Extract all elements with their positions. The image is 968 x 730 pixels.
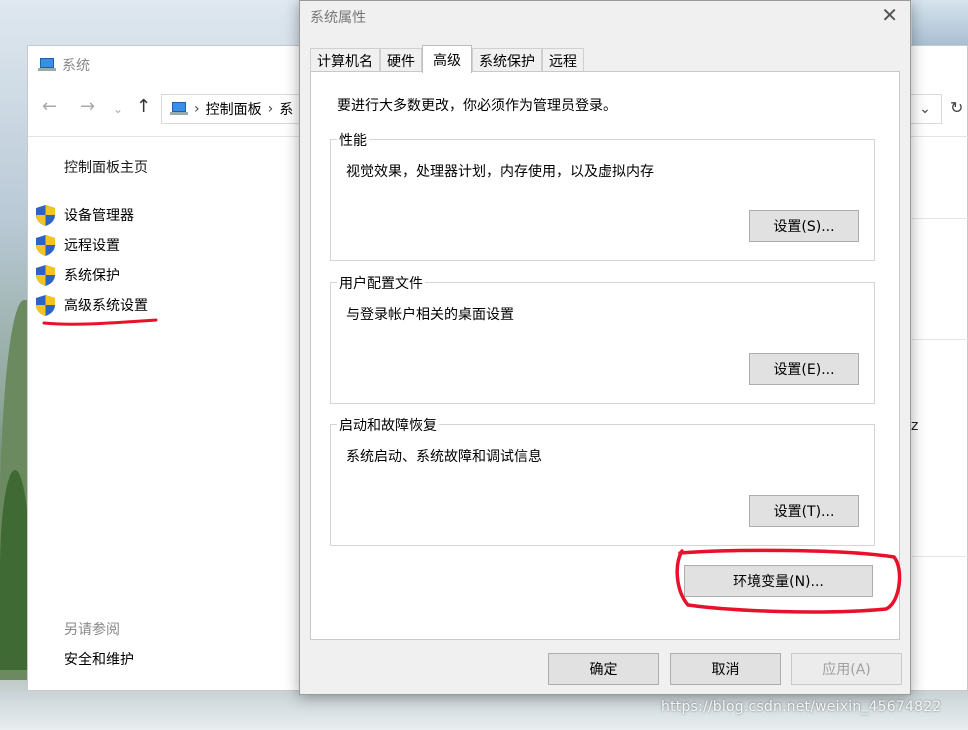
apply-button[interactable]: 应用(A) <box>791 653 902 685</box>
sidebar-item-label: 高级系统设置 <box>64 298 148 314</box>
uac-shield-icon <box>36 234 55 256</box>
control-panel-icon <box>170 102 188 116</box>
breadcrumb-separator-icon: › <box>194 101 200 117</box>
system-window-title: 系统 <box>38 55 90 75</box>
system-properties-dialog: 系统属性 ✕ 计算机名 硬件 高级 系统保护 远程 要进行大多数更改，你必须作为… <box>299 0 911 695</box>
security-maintenance-link[interactable]: 安全和维护 <box>64 649 134 669</box>
partial-text: z <box>911 418 919 434</box>
divider <box>912 218 968 219</box>
sidebar-item-label: 系统保护 <box>64 268 120 284</box>
performance-settings-button[interactable]: 设置(S)... <box>749 210 859 242</box>
close-icon[interactable]: ✕ <box>881 3 898 27</box>
performance-group: 性能 视觉效果，处理器计划，内存使用，以及虚拟内存 设置(S)... <box>330 130 875 261</box>
address-dropdown-chevron-icon[interactable]: ⌄ <box>908 94 942 124</box>
dialog-title: 系统属性 <box>310 10 366 26</box>
computer-icon <box>38 58 56 72</box>
divider <box>912 339 968 340</box>
recent-chevron-icon[interactable]: ⌄ <box>113 102 123 116</box>
tab-hardware[interactable]: 硬件 <box>380 48 422 72</box>
sidebar-item-device-manager[interactable]: 设备管理器 <box>36 200 148 230</box>
advanced-tab-panel: 要进行大多数更改，你必须作为管理员登录。 性能 视觉效果，处理器计划，内存使用，… <box>310 71 902 640</box>
startup-recovery-group: 启动和故障恢复 系统启动、系统故障和调试信息 设置(T)... <box>330 415 875 546</box>
desktop-trees <box>0 470 30 670</box>
sidebar-item-label: 远程设置 <box>64 238 120 254</box>
admin-note: 要进行大多数更改，你必须作为管理员登录。 <box>337 98 617 114</box>
environment-variables-button[interactable]: 环境变量(N)... <box>684 565 873 597</box>
sidebar-item-label: 设备管理器 <box>64 208 134 224</box>
tab-remote[interactable]: 远程 <box>542 48 584 72</box>
startup-recovery-desc: 系统启动、系统故障和调试信息 <box>346 449 542 465</box>
cancel-button[interactable]: 取消 <box>670 653 781 685</box>
desktop-sky <box>912 0 968 45</box>
tab-strip: 计算机名 硬件 高级 系统保护 远程 <box>310 45 584 73</box>
performance-label: 性能 <box>337 130 369 150</box>
control-panel-home-link[interactable]: 控制面板主页 <box>64 157 148 177</box>
window-title-text: 系统 <box>62 58 90 74</box>
user-profiles-settings-button[interactable]: 设置(E)... <box>749 353 859 385</box>
watermark-text: https://blog.csdn.net/weixin_45674822 <box>661 699 942 715</box>
refresh-icon[interactable]: ↻ <box>950 98 963 117</box>
sidebar-links: 设备管理器 远程设置 系统保护 高级系统设置 <box>36 200 148 320</box>
breadcrumb-separator-icon: › <box>267 101 274 117</box>
forward-arrow-icon[interactable]: → <box>80 96 95 117</box>
user-profiles-desc: 与登录帐户相关的桌面设置 <box>346 307 514 323</box>
breadcrumb-system[interactable]: 系 <box>279 99 293 119</box>
tab-computer-name[interactable]: 计算机名 <box>310 48 380 72</box>
back-arrow-icon[interactable]: ← <box>42 96 57 117</box>
sidebar-item-system-protection[interactable]: 系统保护 <box>36 260 148 290</box>
user-profiles-group: 用户配置文件 与登录帐户相关的桌面设置 设置(E)... <box>330 273 875 404</box>
uac-shield-icon <box>36 264 55 286</box>
ok-button[interactable]: 确定 <box>548 653 659 685</box>
red-underline-annotation <box>42 318 158 326</box>
uac-shield-icon <box>36 294 55 316</box>
uac-shield-icon <box>36 204 55 226</box>
divider <box>912 556 968 557</box>
up-arrow-icon[interactable]: ↑ <box>136 96 151 117</box>
sidebar-item-remote-settings[interactable]: 远程设置 <box>36 230 148 260</box>
tab-advanced[interactable]: 高级 <box>422 45 472 73</box>
see-also-heading: 另请参阅 <box>64 622 120 638</box>
tab-system-protection[interactable]: 系统保护 <box>472 48 542 72</box>
startup-recovery-settings-button[interactable]: 设置(T)... <box>749 495 859 527</box>
breadcrumb-control-panel[interactable]: 控制面板 <box>206 99 262 119</box>
performance-desc: 视觉效果，处理器计划，内存使用，以及虚拟内存 <box>346 164 654 180</box>
user-profiles-label: 用户配置文件 <box>337 273 425 293</box>
startup-recovery-label: 启动和故障恢复 <box>337 415 439 435</box>
